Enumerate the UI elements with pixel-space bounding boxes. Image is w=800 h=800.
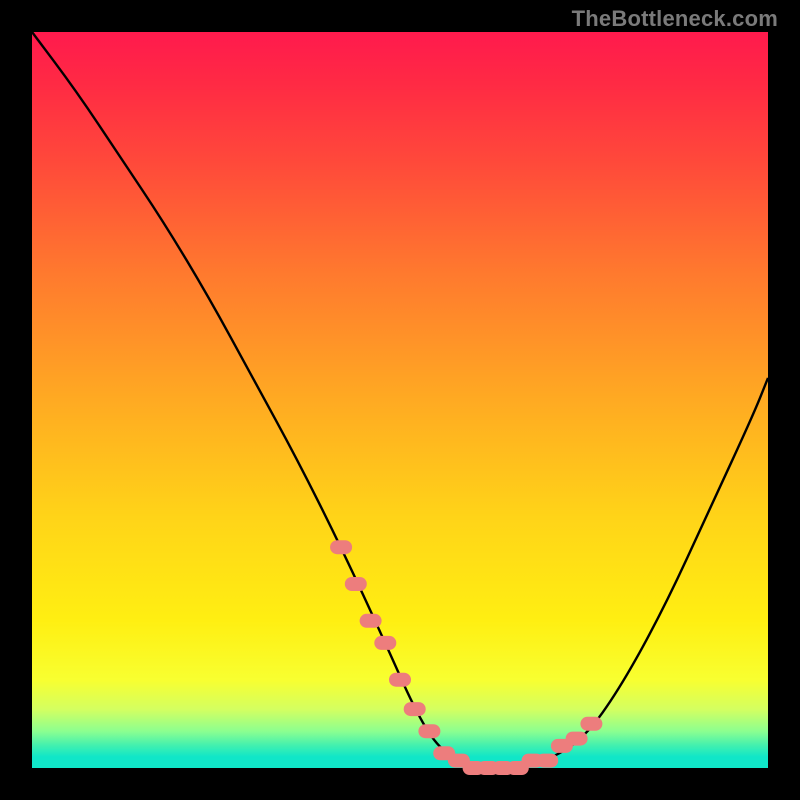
highlight-marker [360, 614, 382, 628]
highlight-marker [566, 732, 588, 746]
highlight-marker [389, 673, 411, 687]
highlight-marker [330, 540, 352, 554]
highlight-marker [418, 724, 440, 738]
highlight-marker [404, 702, 426, 716]
highlight-marker [345, 577, 367, 591]
highlight-marker [374, 636, 396, 650]
watermark-label: TheBottleneck.com [572, 6, 778, 32]
highlight-markers [330, 540, 602, 775]
bottleneck-curve-path [32, 32, 768, 768]
chart-plot-area [32, 32, 768, 768]
highlight-marker [536, 754, 558, 768]
highlight-marker [580, 717, 602, 731]
bottleneck-curve-svg [32, 32, 768, 768]
